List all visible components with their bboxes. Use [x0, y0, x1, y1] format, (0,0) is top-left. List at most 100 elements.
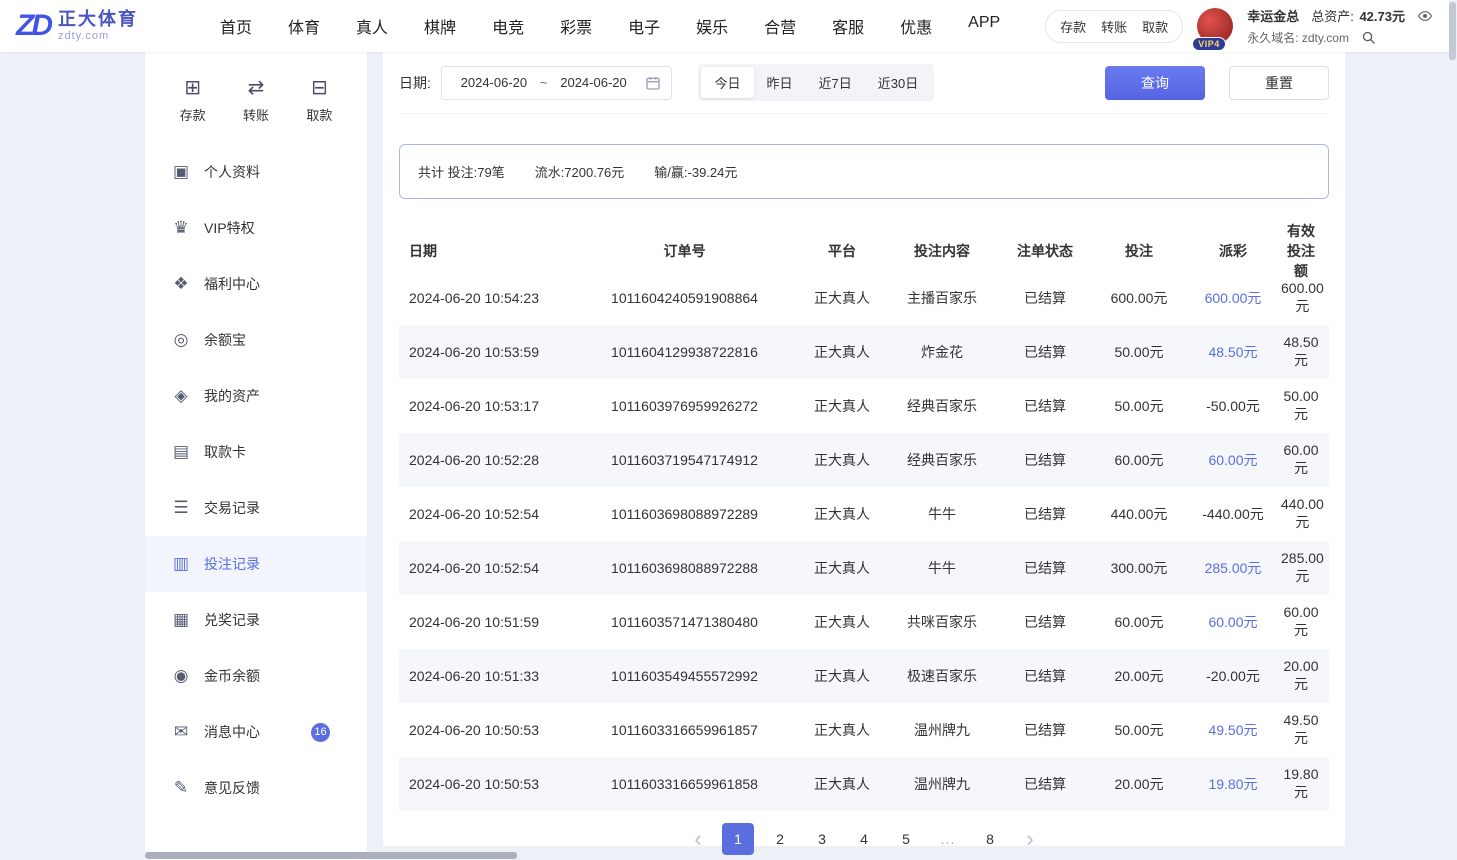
sidebar-item-label: 福利中心 [204, 274, 260, 294]
column-header: 投注内容 [887, 241, 997, 261]
cell-valid-bet: 49.50元 [1281, 712, 1321, 748]
cell-status: 已结算 [997, 612, 1093, 632]
quick-action-deposit[interactable]: ⊞ 存款 [180, 78, 206, 124]
cell-date: 2024-06-20 10:53:17 [407, 398, 572, 414]
range-button-today[interactable]: 今日 [701, 67, 753, 98]
sidebar-item-messages[interactable]: ✉ 消息中心 16 [145, 704, 367, 760]
next-page-button[interactable]: › [1016, 823, 1044, 855]
table-body: 2024-06-20 10:54:23 1011604240591908864 … [399, 271, 1329, 811]
gold-coin-icon: ◉ [171, 666, 191, 686]
nav-item[interactable]: 优惠 [900, 14, 932, 38]
sidebar-item-bet-records[interactable]: ▥ 投注记录 [145, 536, 367, 592]
user-info: 幸运金总 总资产: 42.73元 永久域名: zdty.com [1247, 6, 1433, 46]
sidebar-item-withdraw-card[interactable]: ▤ 取款卡 [145, 424, 367, 480]
page-button-ellipsis[interactable]: ... [932, 823, 964, 855]
sidebar-item-redeem-records[interactable]: ▦ 兑奖记录 [145, 592, 367, 648]
nav-item[interactable]: 体育 [288, 14, 320, 38]
cell-bet-amount: 20.00元 [1093, 666, 1185, 686]
date-range-picker[interactable]: ~ [441, 66, 673, 100]
horizontal-scrollbar-thumb[interactable] [145, 852, 517, 859]
table-header-row: 日期订单号平台投注内容注单状态投注派彩有效投注额 [399, 221, 1329, 271]
wallet-action-deposit[interactable]: 存款 [1060, 17, 1086, 36]
nav-item[interactable]: APP [968, 14, 1000, 38]
nav-item[interactable]: 合营 [764, 14, 796, 38]
wallet-action-withdraw[interactable]: 取款 [1142, 17, 1168, 36]
quick-action-transfer[interactable]: ⇄ 转账 [243, 78, 269, 124]
cell-payout: 49.50元 [1185, 720, 1281, 740]
prev-page-button[interactable]: ‹ [684, 823, 712, 855]
top-bar: ZD 正大体育 zdty.com 首页 体育 真人 棋牌 电竞 彩票 电子 娱乐 合营 客服 优惠 A… [0, 0, 1449, 52]
sidebar-item-gold-balance[interactable]: ◉ 金币余额 [145, 648, 367, 704]
nav-item[interactable]: 彩票 [560, 14, 592, 38]
sidebar-item-yuebao[interactable]: ◎ 余额宝 [145, 312, 367, 368]
withdraw-icon: ⊟ [311, 78, 328, 98]
range-button-yesterday[interactable]: 昨日 [754, 67, 806, 98]
date-from-input[interactable] [452, 75, 536, 90]
cell-date: 2024-06-20 10:51:33 [407, 668, 572, 684]
nav-item[interactable]: 客服 [832, 14, 864, 38]
toggle-balance-visibility-button[interactable] [1417, 8, 1433, 24]
wallet-action-transfer[interactable]: 转账 [1101, 17, 1127, 36]
nav-item[interactable]: 娱乐 [696, 14, 728, 38]
quick-action-withdraw[interactable]: ⊟ 取款 [306, 78, 332, 124]
cell-bet-content: 主播百家乐 [887, 288, 997, 308]
page-button-8[interactable]: 8 [974, 823, 1006, 855]
page-button-5[interactable]: 5 [890, 823, 922, 855]
date-to-input[interactable] [551, 75, 635, 90]
cell-valid-bet: 19.80元 [1281, 766, 1321, 802]
summary-winloss: 输/赢:-39.24元 [654, 162, 737, 181]
page-button-1[interactable]: 1 [722, 823, 754, 855]
nav-item[interactable]: 首页 [220, 14, 252, 38]
search-query-button[interactable]: 查询 [1105, 66, 1205, 100]
cell-status: 已结算 [997, 666, 1093, 686]
sidebar-item-my-assets[interactable]: ◈ 我的资产 [145, 368, 367, 424]
page-button-2[interactable]: 2 [764, 823, 796, 855]
cell-payout: -50.00元 [1185, 396, 1281, 416]
quick-action-label: 存款 [180, 105, 206, 124]
nav-item[interactable]: 真人 [356, 14, 388, 38]
column-header: 派彩 [1185, 241, 1281, 261]
bet-record-icon: ▥ [171, 554, 191, 574]
nav-item[interactable]: 棋牌 [424, 14, 456, 38]
nav-item[interactable]: 电竞 [492, 14, 524, 38]
sidebar-item-label: 余额宝 [204, 330, 246, 350]
sidebar-item-label: 取款卡 [204, 442, 246, 462]
sidebar-item-profile[interactable]: ▣ 个人资料 [145, 144, 367, 200]
sidebar-item-transactions[interactable]: ☰ 交易记录 [145, 480, 367, 536]
brand-logo[interactable]: ZD 正大体育 zdty.com [16, 9, 194, 42]
range-button-last-30-days[interactable]: 近30日 [865, 67, 931, 98]
summary-box: 共计 投注:79笔 流水:7200.76元 输/赢:-39.24元 [399, 144, 1329, 199]
cell-valid-bet: 285.00元 [1281, 550, 1324, 586]
page-button-3[interactable]: 3 [806, 823, 838, 855]
cell-status: 已结算 [997, 504, 1093, 524]
cell-payout: 19.80元 [1185, 774, 1281, 794]
cell-date: 2024-06-20 10:52:54 [407, 506, 572, 522]
table-row: 2024-06-20 10:51:59 1011603571471380480 … [399, 595, 1329, 649]
cell-payout: -440.00元 [1185, 504, 1281, 524]
sidebar-quick-actions: ⊞ 存款 ⇄ 转账 ⊟ 取款 [145, 72, 367, 144]
range-button-last-7-days[interactable]: 近7日 [806, 67, 865, 98]
cell-bet-amount: 20.00元 [1093, 774, 1185, 794]
vertical-scrollbar-thumb[interactable] [1449, 2, 1456, 60]
page-button-4[interactable]: 4 [848, 823, 880, 855]
table-row: 2024-06-20 10:52:54 1011603698088972288 … [399, 541, 1329, 595]
receipt-icon: ▦ [171, 610, 191, 630]
cell-order-number: 1011603698088972289 [572, 506, 797, 522]
search-button[interactable] [1361, 30, 1376, 45]
reset-button[interactable]: 重置 [1229, 66, 1329, 100]
cell-status: 已结算 [997, 342, 1093, 362]
cell-bet-amount: 50.00元 [1093, 396, 1185, 416]
wallet-icon: ◈ [171, 386, 191, 406]
calendar-icon[interactable] [645, 75, 661, 91]
nav-item[interactable]: 电子 [628, 14, 660, 38]
sidebar-item-vip[interactable]: ♛ VIP特权 [145, 200, 367, 256]
sidebar-item-feedback[interactable]: ✎ 意见反馈 [145, 760, 367, 816]
brand-domain: zdty.com [58, 30, 138, 43]
cell-order-number: 1011603316659961858 [572, 776, 797, 792]
sidebar-item-welfare[interactable]: ❖ 福利中心 [145, 256, 367, 312]
cell-bet-amount: 50.00元 [1093, 342, 1185, 362]
sidebar-item-label: 兑奖记录 [204, 610, 260, 630]
sidebar-item-label: VIP特权 [204, 218, 255, 238]
cell-bet-content: 经典百家乐 [887, 450, 997, 470]
user-avatar[interactable]: VIP4 [1197, 8, 1233, 44]
